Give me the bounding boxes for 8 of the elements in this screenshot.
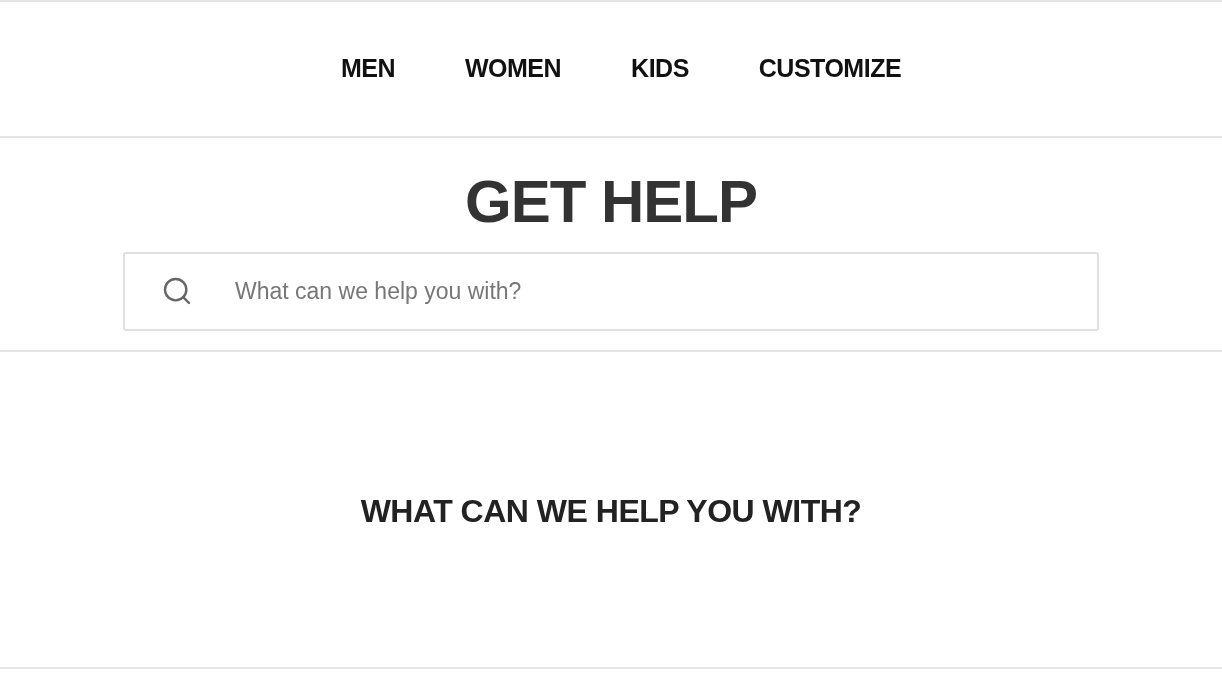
nav-link[interactable]: KIDS bbox=[631, 50, 689, 88]
nav-link[interactable]: CUSTOMIZE bbox=[758, 50, 902, 88]
nav-link[interactable]: WOMEN bbox=[464, 50, 562, 88]
page-title: GET HELP bbox=[465, 167, 757, 237]
nav-link[interactable]: MEN bbox=[340, 50, 395, 88]
section-heading: WHAT CAN WE HELP YOU WITH? bbox=[360, 491, 862, 531]
search-icon bbox=[161, 275, 193, 307]
search-field[interactable]: What can we help you with? bbox=[123, 252, 1099, 331]
